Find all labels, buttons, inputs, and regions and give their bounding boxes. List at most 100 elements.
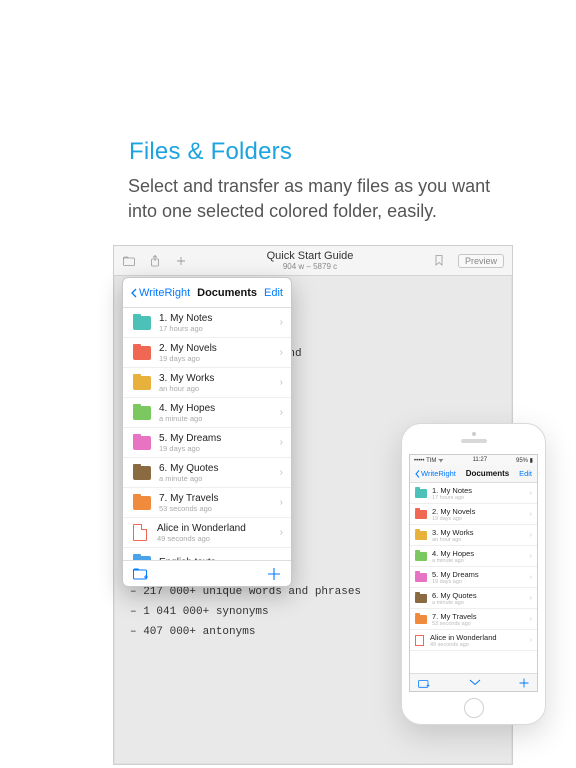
- document-meta: 53 seconds ago: [159, 504, 280, 513]
- iphone-document-row[interactable]: 5. My Dreams19 days ago›: [410, 567, 537, 588]
- document-name: 5. My Dreams: [159, 433, 280, 444]
- document-name: 6. My Quotes: [159, 463, 280, 474]
- chevron-right-icon: ›: [280, 437, 283, 448]
- home-button[interactable]: [464, 698, 484, 718]
- document-meta: a minute ago: [159, 414, 280, 423]
- popover-footer: [123, 560, 291, 586]
- document-meta: 49 seconds ago: [430, 642, 530, 648]
- chevron-right-icon: ›: [280, 467, 283, 478]
- documents-popover: WriteRight Documents Edit 1. My Notes17 …: [122, 277, 292, 587]
- document-meta: an hour ago: [432, 537, 530, 543]
- new-folder-icon[interactable]: [133, 567, 149, 580]
- document-name: 4. My Hopes: [432, 549, 530, 558]
- chevron-right-icon: ›: [280, 497, 283, 508]
- folder-icon: [133, 466, 151, 480]
- document-name: 3. My Works: [432, 528, 530, 537]
- status-bar: ••••• TIM ᯤ 11:27 95% ▮: [410, 455, 537, 465]
- back-label: WriteRight: [139, 287, 190, 299]
- add-toolbar-icon[interactable]: [174, 254, 188, 268]
- document-name: 2. My Novels: [432, 507, 530, 516]
- document-meta: 53 seconds ago: [432, 621, 530, 627]
- folder-toolbar-icon[interactable]: [122, 254, 136, 268]
- page-title: Files & Folders: [129, 138, 292, 166]
- document-meta: a minute ago: [432, 600, 530, 606]
- folder-icon: [133, 376, 151, 390]
- document-meta: 19 days ago: [432, 516, 530, 522]
- iphone-back-button[interactable]: WriteRight: [415, 469, 456, 478]
- document-name: Alice in Wonderland: [157, 523, 280, 534]
- chevron-right-icon: ›: [530, 532, 532, 539]
- document-row[interactable]: 2. My Novels19 days ago›: [123, 338, 291, 368]
- bookmark-toolbar-icon[interactable]: [432, 254, 446, 268]
- chevron-down-icon[interactable]: [469, 679, 481, 686]
- preview-button[interactable]: Preview: [458, 254, 504, 268]
- document-name: 7. My Travels: [432, 612, 530, 621]
- popover-header: WriteRight Documents Edit: [123, 278, 291, 308]
- document-meta: 17 hours ago: [432, 495, 530, 501]
- phone-speaker: [461, 439, 487, 443]
- popover-title: Documents: [197, 287, 257, 299]
- iphone-nav-title: Documents: [466, 469, 510, 478]
- iphone-add-icon[interactable]: [519, 678, 529, 688]
- chevron-right-icon: ›: [530, 574, 532, 581]
- document-name: 1. My Notes: [159, 313, 280, 324]
- chevron-right-icon: ›: [530, 595, 532, 602]
- iphone-document-row[interactable]: 1. My Notes17 hours ago›: [410, 483, 537, 504]
- iphone-document-row[interactable]: 6. My Quotesa minute ago›: [410, 588, 537, 609]
- add-icon[interactable]: [267, 567, 281, 581]
- iphone-document-row[interactable]: 2. My Novels19 days ago›: [410, 504, 537, 525]
- folder-icon: [415, 510, 427, 519]
- document-name: 5. My Dreams: [432, 570, 530, 579]
- document-row[interactable]: 6. My Quotesa minute ago›: [123, 458, 291, 488]
- document-name: 4. My Hopes: [159, 403, 280, 414]
- edit-button[interactable]: Edit: [264, 287, 283, 299]
- document-meta: 49 seconds ago: [157, 534, 280, 543]
- document-meta: 19 days ago: [159, 444, 280, 453]
- folder-icon: [133, 556, 151, 561]
- back-button[interactable]: WriteRight: [131, 287, 190, 299]
- document-row[interactable]: 5. My Dreams19 days ago›: [123, 428, 291, 458]
- iphone-document-row[interactable]: Alice in Wonderland49 seconds ago›: [410, 630, 537, 651]
- folder-icon: [415, 615, 427, 624]
- document-row[interactable]: 4. My Hopesa minute ago›: [123, 398, 291, 428]
- iphone-document-row[interactable]: 4. My Hopesa minute ago›: [410, 546, 537, 567]
- chevron-right-icon: ›: [280, 377, 283, 388]
- document-meta: 17 hours ago: [159, 324, 280, 333]
- folder-icon: [133, 496, 151, 510]
- chevron-right-icon: ›: [280, 527, 283, 538]
- folder-icon: [133, 316, 151, 330]
- document-row[interactable]: Alice in Wonderland49 seconds ago›: [123, 518, 291, 548]
- folder-icon: [133, 406, 151, 420]
- iphone-new-folder-icon[interactable]: [418, 678, 430, 688]
- chevron-right-icon: ›: [530, 616, 532, 623]
- document-meta: a minute ago: [159, 474, 280, 483]
- folder-icon: [133, 436, 151, 450]
- chevron-right-icon: ›: [530, 637, 532, 644]
- document-name: 3. My Works: [159, 373, 280, 384]
- folder-icon: [415, 573, 427, 582]
- iphone-device: ••••• TIM ᯤ 11:27 95% ▮ WriteRight Docum…: [401, 423, 546, 725]
- document-name: 7. My Travels: [159, 493, 280, 504]
- iphone-nav: WriteRight Documents Edit: [410, 465, 537, 483]
- iphone-screen: ••••• TIM ᯤ 11:27 95% ▮ WriteRight Docum…: [409, 454, 538, 692]
- iphone-edit-button[interactable]: Edit: [519, 469, 532, 478]
- iphone-document-list: 1. My Notes17 hours ago›2. My Novels19 d…: [410, 483, 537, 673]
- chevron-right-icon: ›: [530, 511, 532, 518]
- phone-camera: [472, 432, 476, 436]
- share-toolbar-icon[interactable]: [148, 254, 162, 268]
- document-name: 6. My Quotes: [432, 591, 530, 600]
- document-row[interactable]: 3. My Worksan hour ago›: [123, 368, 291, 398]
- document-meta: 19 days ago: [159, 354, 280, 363]
- document-list: 1. My Notes17 hours ago›2. My Novels19 d…: [123, 308, 291, 560]
- page-subtitle: Select and transfer as many files as you…: [128, 174, 508, 224]
- folder-icon: [415, 552, 427, 561]
- iphone-footer: [410, 673, 537, 691]
- document-row[interactable]: 7. My Travels53 seconds ago›: [123, 488, 291, 518]
- file-icon: [415, 635, 424, 646]
- iphone-document-row[interactable]: 3. My Worksan hour ago›: [410, 525, 537, 546]
- document-row[interactable]: 1. My Notes17 hours ago›: [123, 308, 291, 338]
- iphone-document-row[interactable]: 7. My Travels53 seconds ago›: [410, 609, 537, 630]
- document-row[interactable]: English texts›: [123, 548, 291, 560]
- document-meta: a minute ago: [432, 558, 530, 564]
- file-icon: [133, 524, 147, 541]
